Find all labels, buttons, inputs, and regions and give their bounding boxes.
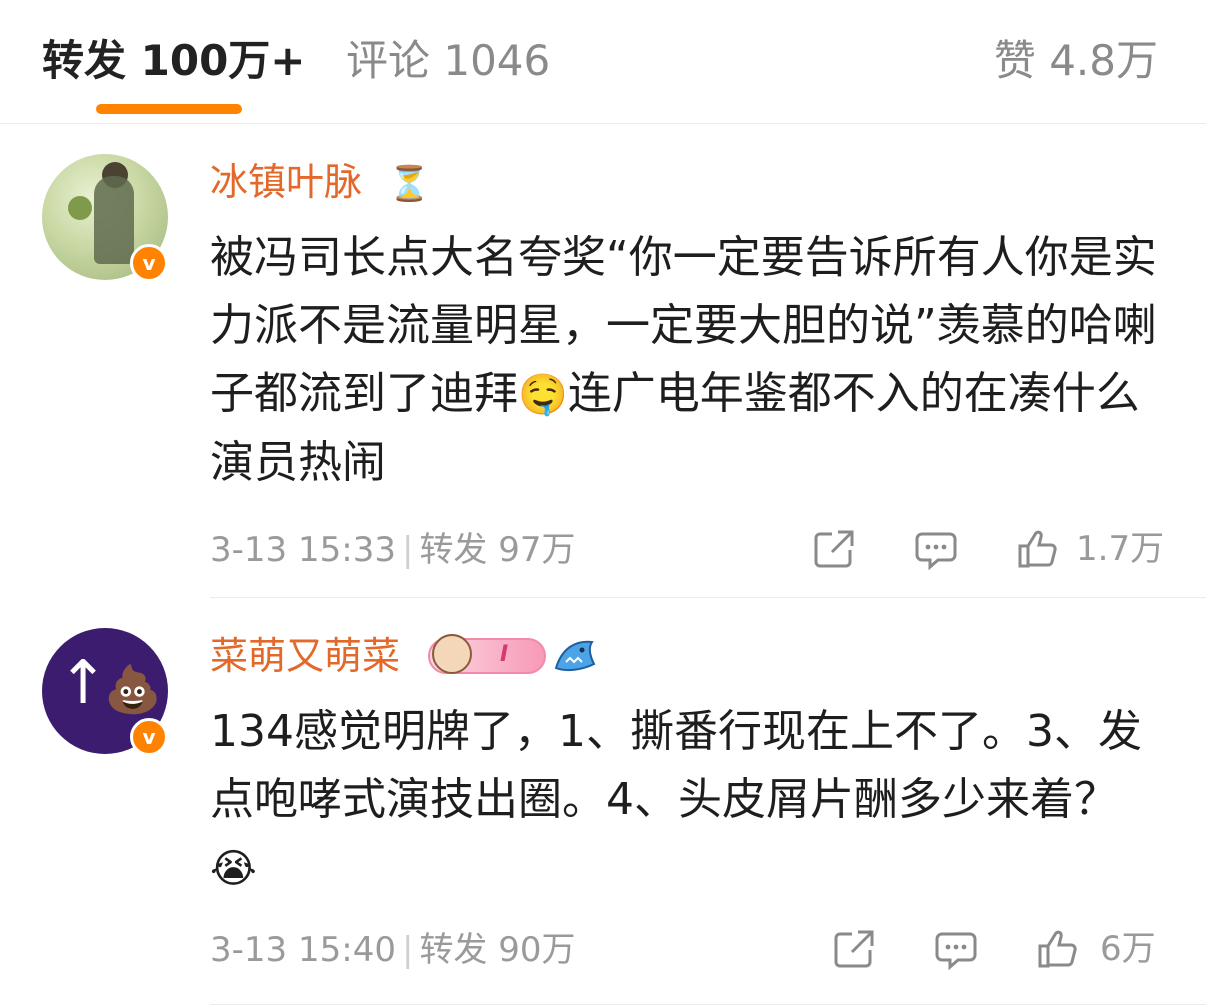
list-item: v 冰镇叶脉 ⏳ 被冯司长点大名夸奖“你一定要告诉所有人你是实力派不是流量明星，… xyxy=(0,124,1206,598)
thumbs-up-icon[interactable] xyxy=(1036,928,1080,970)
comment-icon[interactable] xyxy=(914,528,958,570)
hourglass-icon[interactable]: ⏳ xyxy=(388,164,430,204)
meta-separator: | xyxy=(401,930,414,970)
fan-badge-icon[interactable]: I xyxy=(428,634,546,674)
comment-tabs: 转发 100万+ 评论 1046 赞 4.8万 xyxy=(0,0,1206,124)
verified-badge: v xyxy=(130,718,168,756)
username[interactable]: 菜萌又萌菜 xyxy=(210,632,400,680)
tab-comment[interactable]: 评论 1046 xyxy=(346,34,550,88)
comment-text-part: 134感觉明牌了，1、撕番行现在上不了。3、发点咆哮式演技出圈。4、头皮屑片酬多… xyxy=(210,706,1142,825)
tab-repost[interactable]: 转发 100万+ xyxy=(42,34,306,88)
poop-emoji-icon: 💩 xyxy=(104,662,162,716)
comment-text: 134感觉明牌了，1、撕番行现在上不了。3、发点咆哮式演技出圈。4、头皮屑片酬多… xyxy=(210,698,1170,903)
comment-meta: 3-13 15:33 | 转发 97万 xyxy=(210,528,576,572)
share-icon[interactable] xyxy=(832,928,876,970)
like-count: 1.7万 xyxy=(1076,529,1165,569)
tab-like[interactable]: 赞 4.8万 xyxy=(994,34,1158,88)
username[interactable]: 冰镇叶脉 xyxy=(210,158,362,206)
like-count: 6万 xyxy=(1100,929,1156,969)
verified-badge: v xyxy=(130,244,168,282)
crying-emoji-icon: 😭 xyxy=(210,846,257,892)
comment-meta: 3-13 15:40 | 转发 90万 xyxy=(210,928,576,972)
avatar-figure xyxy=(94,176,134,264)
comment-text: 被冯司长点大名夸奖“你一定要告诉所有人你是实力派不是流量明星，一定要大胆的说”羡… xyxy=(210,224,1170,497)
fan-badge-face xyxy=(432,634,472,674)
comment-icon[interactable] xyxy=(934,928,978,970)
active-tab-indicator xyxy=(96,104,242,114)
drooling-emoji-icon: 🤤 xyxy=(518,372,568,418)
share-icon[interactable] xyxy=(812,528,856,570)
repost-count[interactable]: 转发 90万 xyxy=(419,930,575,970)
list-item: ↑ 💩 v 菜萌又萌菜 I 134感觉明牌了，1、撕番行现在上不了。3、发点咆哮… xyxy=(0,598,1206,1006)
divider xyxy=(210,1004,1206,1005)
shark-icon[interactable] xyxy=(552,634,598,676)
fan-badge-text: I xyxy=(500,642,509,667)
thumbs-up-icon[interactable] xyxy=(1016,528,1060,570)
timestamp: 3-13 15:33 xyxy=(210,530,396,570)
meta-separator: | xyxy=(401,530,414,570)
arrow-up-icon: ↑ xyxy=(58,648,109,718)
avatar-bouquet xyxy=(68,196,92,220)
timestamp: 3-13 15:40 xyxy=(210,930,396,970)
repost-count[interactable]: 转发 97万 xyxy=(419,530,575,570)
